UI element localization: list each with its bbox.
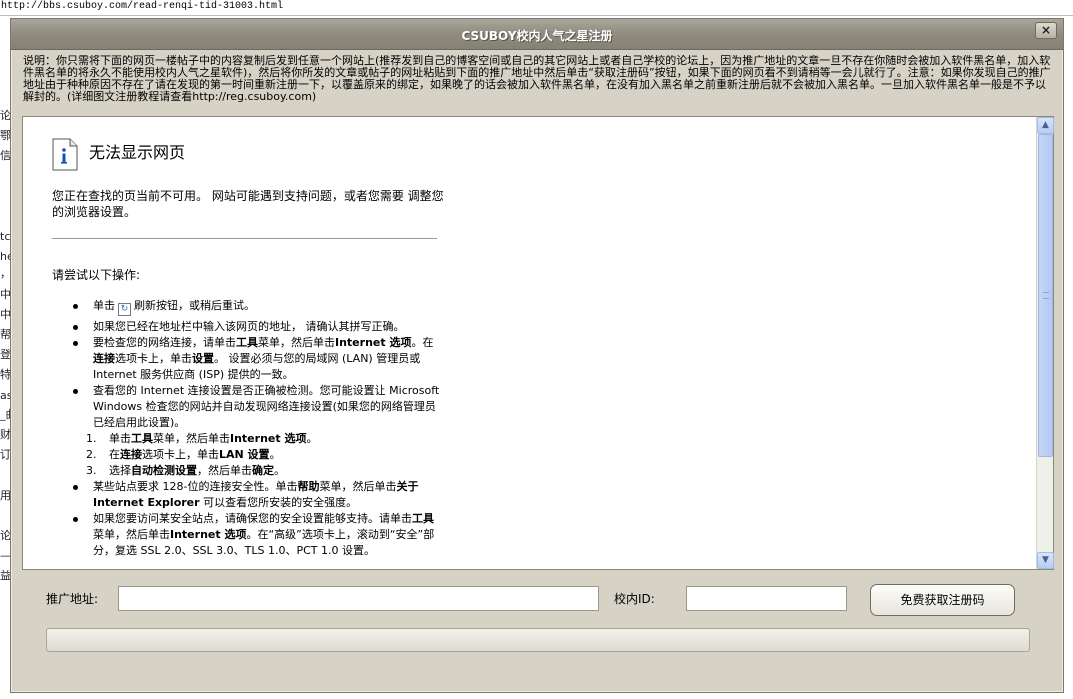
promo-url-label: 推广地址:: [46, 592, 99, 606]
embedded-browser[interactable]: 无法显示网页 您正在查找的页当前不可用。 网站可能遇到支持问题，或者您需要 调整…: [22, 116, 1054, 570]
get-registration-code-button[interactable]: 免费获取注册码: [870, 584, 1015, 616]
sub-list-item: 2. 在连接选项卡上，单击LAN 设置。: [86, 448, 281, 461]
error-title: 无法显示网页: [89, 143, 186, 162]
list-item: 如果您要访问某安全站点，请确保您的安全设置能够支持。请单击工具菜单，然后单击In…: [69, 511, 441, 559]
chevron-down-icon: ▼: [1042, 555, 1049, 565]
suggestion-list: 单击 ↻ 刷新按钮，或稍后重试。 如果您已经在地址栏中输入该网页的地址， 请确认其拼…: [69, 298, 441, 559]
vertical-scrollbar[interactable]: ▲ ▼: [1036, 117, 1054, 569]
scroll-down-button[interactable]: ▼: [1037, 552, 1054, 569]
browser-address-text: http://bbs.csuboy.com/read-renqi-tid-310…: [0, 0, 1073, 16]
scrollbar-thumb[interactable]: [1038, 134, 1053, 457]
close-icon: ×: [1040, 23, 1052, 37]
list-item: 某些站点要求 128-位的连接安全性。单击帮助菜单，然后单击关于 Interne…: [69, 479, 441, 511]
list-item: 要检查您的网络连接，请单击工具菜单，然后单击Internet 选项。在连接选项卡…: [69, 335, 441, 383]
registration-dialog: CSUBOY校内人气之星注册 × 说明：你只需将下面的网页一楼帖子中的内容复制后…: [10, 18, 1064, 693]
sub-list-item: 3. 选择自动检测设置，然后单击确定。: [86, 464, 285, 477]
grip-icon: [1043, 292, 1049, 299]
list-item: 如果您已经在地址栏中输入该网页的地址， 请确认其拼写正确。: [69, 319, 441, 335]
chevron-up-icon: ▲: [1042, 120, 1049, 130]
sub-list-item: 1. 单击工具菜单，然后单击Internet 选项。: [86, 432, 318, 445]
error-description: 您正在查找的页当前不可用。 网站可能遇到支持问题，或者您需要 调整您的浏览器设置…: [52, 189, 444, 219]
status-bar: [46, 628, 1030, 652]
scroll-up-button[interactable]: ▲: [1037, 117, 1054, 134]
background-right-edge: [1064, 16, 1073, 699]
bg-fragment: tc: [0, 230, 11, 243]
instructions-text: 说明：你只需将下面的网页一楼帖子中的内容复制后发到任意一个网站上(推荐发到自己的…: [23, 55, 1051, 103]
close-button[interactable]: ×: [1035, 22, 1057, 39]
refresh-icon: ↻: [118, 303, 131, 316]
dialog-title: CSUBOY校内人气之星注册: [461, 29, 613, 43]
promo-url-input[interactable]: [118, 586, 599, 611]
list-item: 单击 ↻ 刷新按钮，或稍后重试。: [69, 298, 441, 316]
dialog-titlebar[interactable]: CSUBOY校内人气之星注册 ×: [11, 19, 1063, 50]
list-item: 查看您的 Internet 连接设置是否正确被检测。您可能设置让 Microso…: [69, 383, 441, 431]
info-page-icon: [52, 138, 78, 171]
campus-id-input[interactable]: [686, 586, 847, 611]
divider: [52, 238, 437, 239]
error-page: 无法显示网页 您正在查找的页当前不可用。 网站可能遇到支持问题，或者您需要 调整…: [23, 117, 1036, 569]
campus-id-label: 校内ID:: [614, 592, 655, 606]
try-heading: 请尝试以下操作:: [52, 268, 141, 282]
